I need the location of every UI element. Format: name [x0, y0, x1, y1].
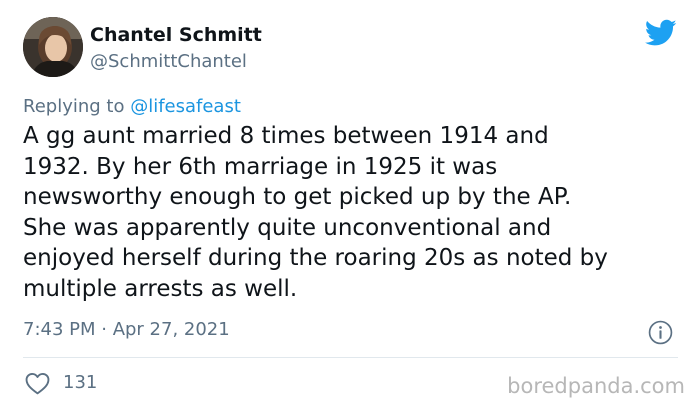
tweet-text-line: enjoyed herself during the roaring 20s a… — [23, 245, 608, 271]
info-icon[interactable] — [648, 320, 673, 345]
avatar[interactable] — [23, 17, 83, 77]
replying-to-prefix: Replying to — [23, 96, 131, 117]
tweet-text-line: A gg aunt married 8 times between 1914 a… — [23, 123, 549, 149]
reply-mention-link[interactable]: @lifesafeast — [130, 96, 241, 117]
avatar-photo — [23, 17, 83, 77]
tweet-text: A gg aunt married 8 times between 1914 a… — [23, 121, 683, 304]
tweet-text-line: She was apparently quite unconventional … — [23, 214, 552, 241]
boredpanda-watermark: boredpanda.com — [507, 374, 685, 398]
replying-to: Replying to @lifesafeast — [23, 95, 241, 119]
heart-icon[interactable] — [25, 372, 50, 395]
tweet-timestamp[interactable]: 7:43 PM · Apr 27, 2021 — [23, 318, 230, 342]
author-display-name[interactable]: Chantel Schmitt — [90, 23, 262, 47]
author-handle[interactable]: @SchmittChantel — [90, 50, 247, 74]
like-count: 131 — [63, 372, 98, 393]
tweet-text-line: 1932. By her 6th marriage in 1925 it was — [23, 153, 498, 180]
divider — [23, 357, 678, 358]
twitter-bird-icon[interactable] — [645, 19, 677, 47]
tweet-text-line: newsworthy enough to get picked up by th… — [23, 184, 572, 210]
tweet-text-line: multiple arrests as well. — [23, 275, 298, 302]
